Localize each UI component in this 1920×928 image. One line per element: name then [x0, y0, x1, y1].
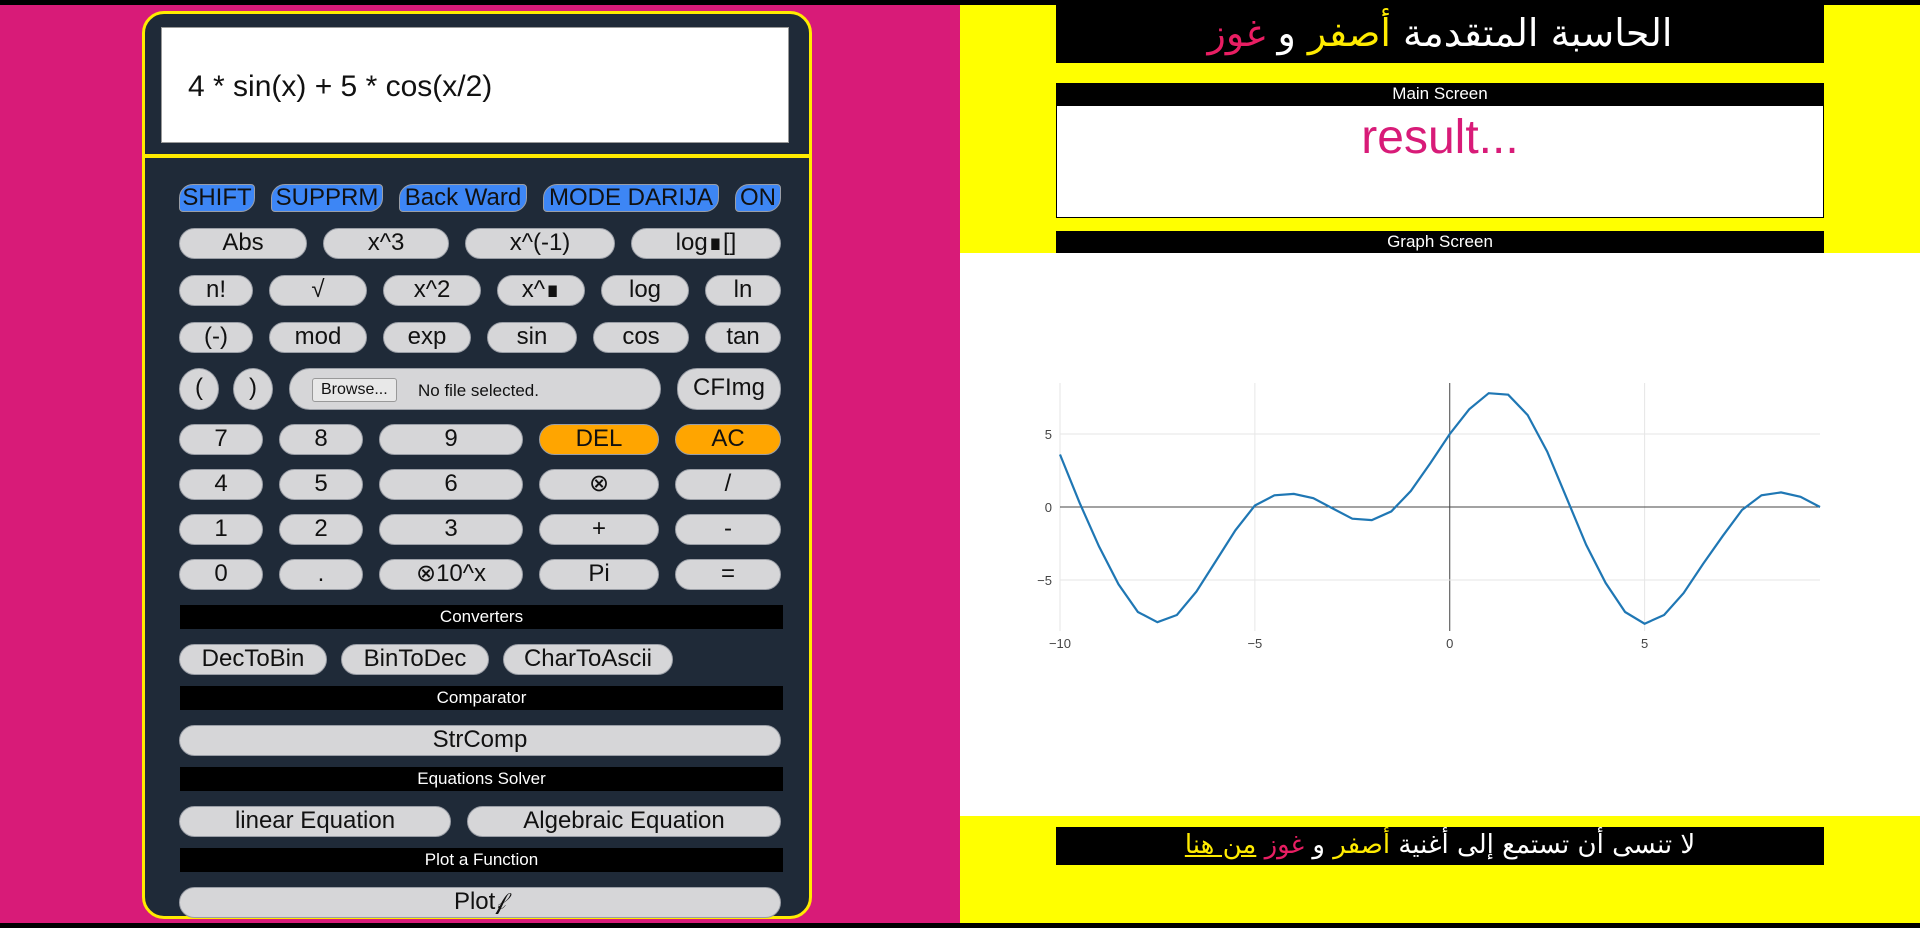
file-input[interactable]: Browse... No file selected.: [289, 368, 661, 410]
equals-button[interactable]: =: [675, 559, 781, 590]
backward-button[interactable]: Back Ward: [399, 184, 527, 212]
function-plot[interactable]: −10 −5 0 5 −5 0 5: [960, 253, 1920, 816]
equations-heading: Equations Solver: [180, 767, 783, 791]
x-tick-label-1: −5: [1247, 636, 1262, 651]
multiply-button[interactable]: ⊗: [539, 469, 659, 500]
series-line: [1058, 392, 1821, 625]
algebraic-equation-button[interactable]: Algebraic Equation: [467, 806, 781, 837]
calculator: 4 * sin(x) + 5 * cos(x/2) SHIFT SUPPRM B…: [142, 11, 812, 919]
converters-heading: Converters: [180, 605, 783, 629]
footer-pink-word: غوز: [1264, 830, 1305, 860]
y-tick-label-2: 5: [1045, 427, 1052, 442]
plot-button[interactable]: Plot𝒻: [179, 887, 781, 918]
cfimg-button[interactable]: CFImg: [677, 368, 781, 410]
minus-button[interactable]: -: [675, 514, 781, 545]
divide-button[interactable]: /: [675, 469, 781, 500]
mod-button[interactable]: mod: [269, 322, 367, 353]
x-tick-label-0: −10: [1049, 636, 1071, 651]
x-tick-label-3: 5: [1641, 636, 1648, 651]
del-button[interactable]: DEL: [539, 424, 659, 455]
bin-to-dec-button[interactable]: BinToDec: [341, 644, 489, 675]
y-tick-label-1: 0: [1045, 500, 1052, 515]
digit-8-button[interactable]: 8: [279, 424, 363, 455]
digit-3-button[interactable]: 3: [379, 514, 523, 545]
digit-0-button[interactable]: 0: [179, 559, 263, 590]
char-to-ascii-button[interactable]: CharToAscii: [503, 644, 673, 675]
exp-button[interactable]: exp: [383, 322, 471, 353]
tan-button[interactable]: tan: [705, 322, 781, 353]
shift-button[interactable]: SHIFT: [179, 184, 255, 212]
linear-equation-button[interactable]: linear Equation: [179, 806, 451, 837]
right-pane: الحاسبة المتقدمة أصفر و غوز Main Screen …: [960, 5, 1920, 923]
reciprocal-button[interactable]: x^(-1): [465, 228, 615, 259]
negate-button[interactable]: (-): [179, 322, 253, 353]
page-title: الحاسبة المتقدمة أصفر و غوز: [1056, 5, 1824, 63]
main-screen-label: Main Screen: [1056, 83, 1824, 105]
title-and: و: [1277, 11, 1296, 55]
ln-button[interactable]: ln: [705, 275, 781, 306]
factorial-button[interactable]: n!: [179, 275, 253, 306]
pi-button[interactable]: Pi: [539, 559, 659, 590]
plus-button[interactable]: +: [539, 514, 659, 545]
on-button[interactable]: ON: [735, 184, 781, 212]
footer-and: و: [1312, 830, 1325, 860]
square-button[interactable]: x^2: [383, 275, 481, 306]
times-ten-power-button[interactable]: ⊗10^x: [379, 559, 523, 590]
title-yellow-word: أصفر: [1307, 11, 1391, 55]
decimal-button[interactable]: .: [279, 559, 363, 590]
display-wrapper: 4 * sin(x) + 5 * cos(x/2): [145, 14, 809, 158]
graph-screen-label: Graph Screen: [1056, 231, 1824, 253]
open-paren-button[interactable]: (: [179, 368, 219, 410]
log-button[interactable]: log: [601, 275, 689, 306]
comparator-heading: Comparator: [180, 686, 783, 710]
title-main: الحاسبة المتقدمة: [1403, 11, 1673, 55]
plot-heading: Plot a Function: [180, 848, 783, 872]
main-screen: result...: [1056, 105, 1824, 218]
sqrt-button[interactable]: √: [269, 275, 367, 306]
cos-button[interactable]: cos: [593, 322, 689, 353]
suppr-button[interactable]: SUPPRM: [271, 184, 383, 212]
power-button[interactable]: x^∎: [497, 275, 585, 306]
mode-darija-button[interactable]: MODE DARIJA: [543, 184, 719, 212]
digit-5-button[interactable]: 5: [279, 469, 363, 500]
file-status: No file selected.: [418, 381, 539, 400]
digit-7-button[interactable]: 7: [179, 424, 263, 455]
x-tick-label-2: 0: [1446, 636, 1453, 651]
footer-banner: لا تنسى أن تستمع إلى أغنية أصفر و غوز من…: [1056, 827, 1824, 865]
footer-text: لا تنسى أن تستمع إلى أغنية: [1398, 830, 1696, 860]
expression-display[interactable]: 4 * sin(x) + 5 * cos(x/2): [161, 27, 789, 143]
sin-button[interactable]: sin: [487, 322, 577, 353]
digit-4-button[interactable]: 4: [179, 469, 263, 500]
ac-button[interactable]: AC: [675, 424, 781, 455]
digit-1-button[interactable]: 1: [179, 514, 263, 545]
digit-9-button[interactable]: 9: [379, 424, 523, 455]
browse-button[interactable]: Browse...: [312, 378, 397, 402]
close-paren-button[interactable]: ): [233, 368, 273, 410]
footer-yellow-word: أصفر: [1333, 830, 1391, 860]
title-pink-word: غوز: [1207, 11, 1266, 55]
dec-to-bin-button[interactable]: DecToBin: [179, 644, 327, 675]
digit-6-button[interactable]: 6: [379, 469, 523, 500]
str-comp-button[interactable]: StrComp: [179, 725, 781, 756]
left-pane: 4 * sin(x) + 5 * cos(x/2) SHIFT SUPPRM B…: [0, 5, 960, 923]
abs-button[interactable]: Abs: [179, 228, 307, 259]
graph-screen[interactable]: −10 −5 0 5 −5 0 5: [960, 253, 1920, 816]
digit-2-button[interactable]: 2: [279, 514, 363, 545]
log-base-button[interactable]: log∎[]: [631, 228, 781, 259]
result-text: result...: [1361, 111, 1519, 164]
cube-button[interactable]: x^3: [323, 228, 449, 259]
y-tick-label-0: −5: [1037, 573, 1052, 588]
song-link[interactable]: من هنا: [1185, 830, 1256, 860]
